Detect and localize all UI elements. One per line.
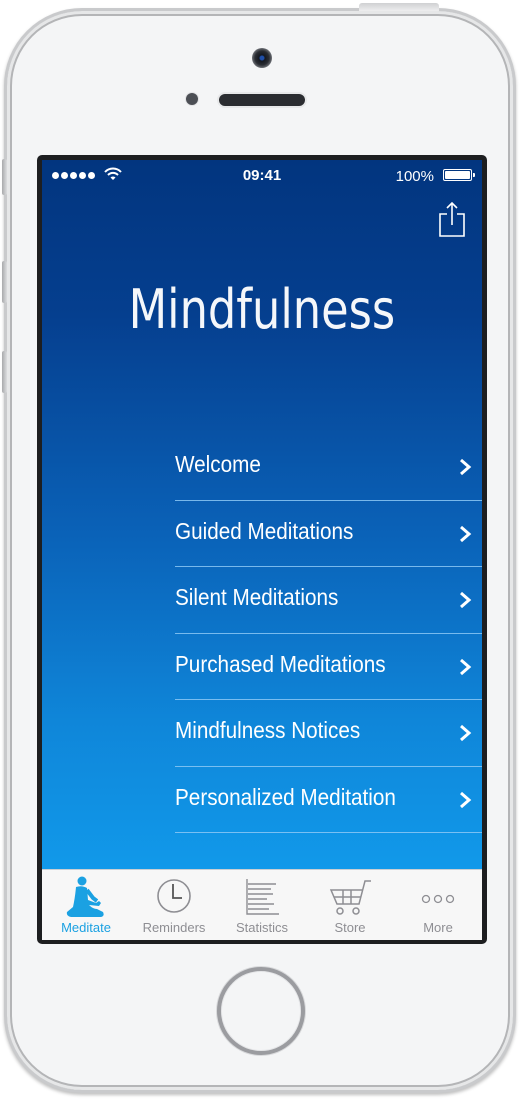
tab-meditate[interactable]: Meditate [42,870,130,940]
earpiece-speaker [219,94,305,106]
tab-statistics[interactable]: Statistics [218,870,306,940]
menu-item-label: Purchased Meditations [175,650,386,677]
app-screen: 09:41 100% Mindfulness Welcome Guided Me… [42,160,482,940]
tab-label: Statistics [235,920,288,935]
menu-item-purchased-meditations[interactable]: Purchased Meditations [175,634,482,700]
menu-item-label: Mindfulness Notices [175,717,361,743]
front-camera [252,48,272,68]
menu-item-welcome[interactable]: Welcome [175,434,482,501]
power-button [359,3,439,11]
tab-more[interactable]: More [394,870,482,940]
tab-label: More [423,920,453,935]
mute-switch [2,159,7,195]
battery-icon [443,169,475,181]
menu-item-guided-meditations[interactable]: Guided Meditations [175,501,482,567]
chevron-right-icon [460,724,472,742]
tab-bar: Meditate Reminders Statistics Store More [42,869,482,940]
proximity-sensor [186,93,198,105]
chevron-right-icon [460,458,472,476]
tab-reminders[interactable]: Reminders [130,870,218,940]
volume-up-button [2,261,7,303]
statistics-icon [246,879,279,915]
battery-percent: 100% [395,168,434,185]
clock-icon [157,879,191,913]
menu-item-label: Welcome [175,451,261,477]
tab-store[interactable]: Store [306,870,394,940]
chevron-right-icon [460,658,472,675]
home-button[interactable] [217,967,305,1055]
menu-item-silent-meditations[interactable]: Silent Meditations [175,567,482,634]
status-bar: 09:41 100% [42,160,482,190]
main-menu: Welcome Guided Meditations Silent Medita… [175,434,482,833]
volume-down-button [2,351,7,393]
chevron-right-icon [460,791,472,808]
tab-label: Meditate [61,920,111,935]
menu-item-label: Guided Meditations [175,517,354,544]
menu-item-personalized-meditation[interactable]: Personalized Meditation [175,767,482,833]
tab-label: Store [334,920,366,935]
tab-label: Reminders [142,920,206,935]
cart-icon [329,880,371,915]
share-icon [439,201,465,237]
menu-item-label: Silent Meditations [175,584,339,610]
menu-item-label: Personalized Meditation [175,783,396,810]
app-title: Mindfulness [128,278,396,341]
meditate-icon [66,876,104,917]
chevron-right-icon [460,525,472,542]
chevron-right-icon [460,591,472,609]
share-button[interactable] [438,200,466,238]
more-icon [421,894,455,904]
menu-item-mindfulness-notices[interactable]: Mindfulness Notices [175,700,482,767]
